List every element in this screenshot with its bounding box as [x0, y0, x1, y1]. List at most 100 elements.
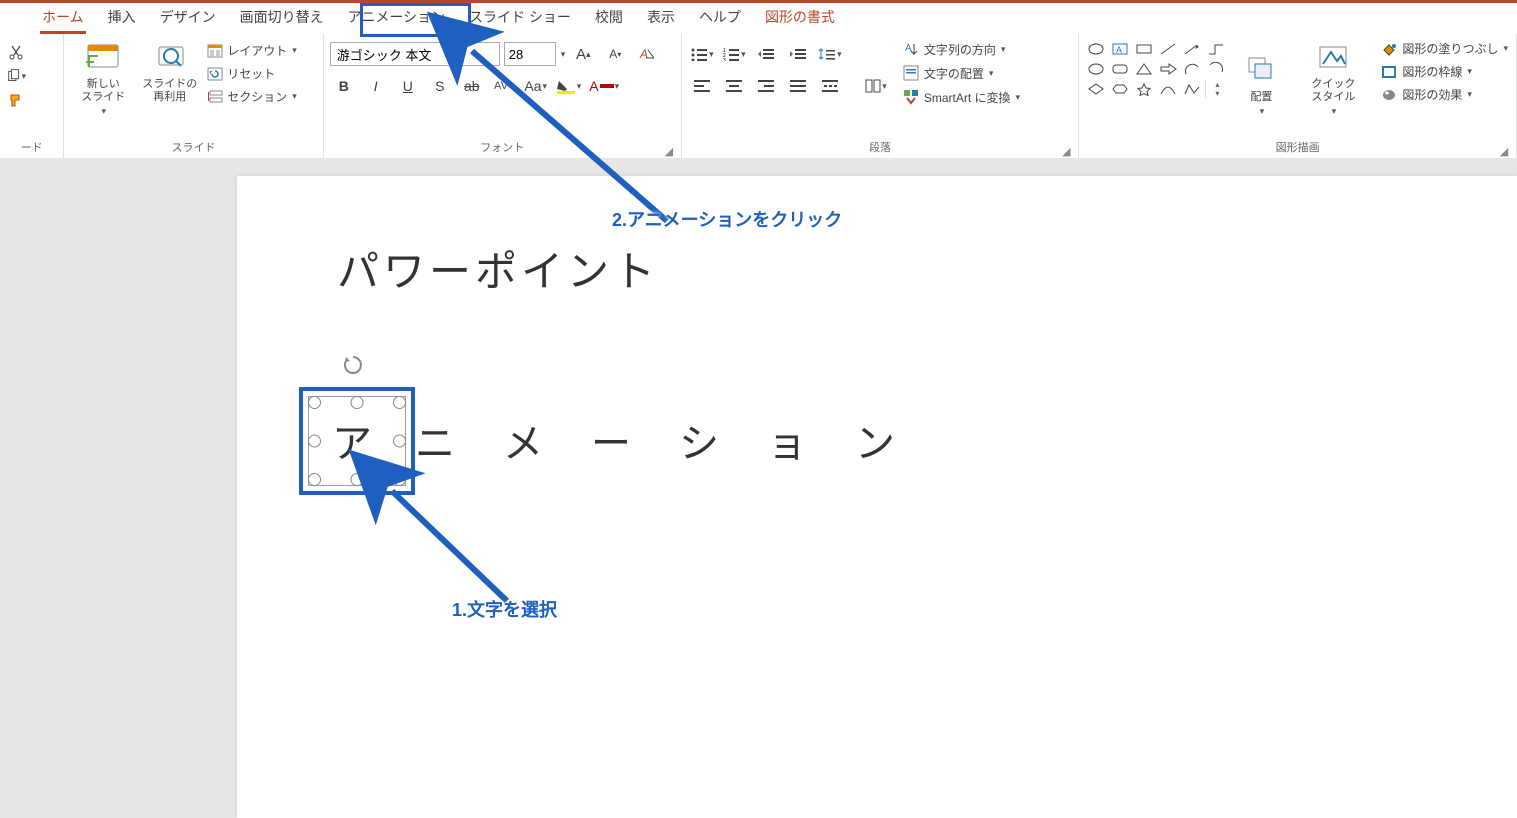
shape-effects-label: 図形の効果 [1402, 86, 1462, 103]
shape-connector-icon[interactable] [1205, 40, 1227, 58]
group-label-drawing: 図形描画 ◢ [1085, 139, 1510, 157]
align-center-button[interactable] [720, 74, 748, 98]
shape-arc2-icon[interactable] [1205, 60, 1227, 78]
format-painter-icon[interactable] [6, 90, 26, 110]
body-char-0: ア [332, 411, 372, 469]
shape-outline-icon [1380, 64, 1398, 80]
shape-gallery[interactable]: A [1085, 38, 1228, 98]
tab-design[interactable]: デザイン [148, 3, 228, 33]
quick-style-button[interactable]: クイック スタイル▾ [1300, 38, 1366, 119]
bold-button[interactable]: B [330, 74, 358, 98]
shape-rect-icon[interactable] [1133, 40, 1155, 58]
annotation-step1-label: 1.文字を選択 [452, 596, 557, 622]
shape-freeform-icon[interactable] [1181, 80, 1203, 98]
tab-shape-format[interactable]: 図形の書式 [753, 3, 847, 33]
smartart-button[interactable]: SmartArt に変換▾ [900, 86, 1022, 108]
shape-line-icon[interactable] [1157, 40, 1179, 58]
annotation-step2-label: 2.アニメーションをクリック [612, 206, 842, 232]
drawing-launcher-icon[interactable]: ◢ [1498, 145, 1510, 157]
arrange-button[interactable]: 配置▾ [1228, 38, 1294, 119]
shape-hex-icon[interactable] [1109, 80, 1131, 98]
shape-fill-button[interactable]: 図形の塗りつぶし▾ [1378, 38, 1510, 59]
body-char-1: ニ [415, 421, 455, 466]
annotation-arrow-1 [367, 476, 537, 616]
resize-handle-tm[interactable] [351, 396, 364, 409]
tab-home[interactable]: ホーム [30, 3, 96, 33]
slide[interactable]: パワーポイント ニ メ [237, 176, 1517, 818]
reuse-slide-icon [152, 40, 188, 76]
new-slide-button[interactable]: 新しい スライド ▾ [70, 38, 136, 119]
body-char-3: ー [591, 421, 631, 466]
arrange-label: 配置 [1250, 88, 1272, 104]
section-icon [207, 89, 223, 105]
ribbon: ▾ ード 新しい スライド ▾ スライドの 再利用 レイアウト▾ [0, 34, 1517, 160]
section-button[interactable]: セクション▾ [203, 86, 301, 107]
shape-arrow-line-icon[interactable] [1181, 40, 1203, 58]
shape-oval-icon[interactable] [1085, 40, 1107, 58]
tab-insert[interactable]: 挿入 [96, 3, 148, 33]
resize-handle-mr[interactable] [393, 435, 406, 448]
ribbon-tabs: ホーム 挿入 デザイン 画面切り替え アニメーション スライド ショー 校閲 表… [0, 3, 1517, 34]
numbering-button[interactable]: 123▾ [720, 42, 748, 66]
shape-star-icon[interactable] [1133, 80, 1155, 98]
shape-triangle-icon[interactable] [1133, 60, 1155, 78]
align-right-button[interactable] [752, 74, 780, 98]
text-align-button[interactable]: 文字の配置▾ [900, 62, 1022, 84]
justify-button[interactable] [784, 74, 812, 98]
svg-text:A: A [905, 43, 912, 54]
shape-diamond-icon[interactable] [1085, 80, 1107, 98]
group-clipboard: ▾ ード [0, 34, 64, 159]
align-left-button[interactable] [688, 74, 716, 98]
copy-icon[interactable]: ▾ [6, 66, 26, 86]
increase-indent-button[interactable] [784, 42, 812, 66]
shape-textbox-icon[interactable]: A [1109, 40, 1131, 58]
arrange-icon [1243, 50, 1279, 86]
reset-button[interactable]: リセット [203, 63, 301, 84]
app-window: ホーム 挿入 デザイン 画面切り替え アニメーション スライド ショー 校閲 表… [0, 0, 1517, 818]
slide-title-text[interactable]: パワーポイント [337, 238, 659, 299]
resize-handle-bl[interactable] [308, 473, 321, 486]
text-direction-label: 文字列の方向 [924, 41, 996, 58]
shape-arc-icon[interactable] [1181, 60, 1203, 78]
shape-fill-label: 図形の塗りつぶし [1402, 40, 1498, 57]
tab-transition[interactable]: 画面切り替え [228, 3, 336, 33]
resize-handle-bm[interactable] [351, 473, 364, 486]
shape-outline-button[interactable]: 図形の枠線▾ [1378, 61, 1510, 82]
decrease-indent-button[interactable] [752, 42, 780, 66]
resize-handle-ml[interactable] [308, 435, 321, 448]
shape-curve-icon[interactable] [1157, 80, 1179, 98]
tab-animation[interactable]: アニメーション [336, 3, 457, 33]
rotation-handle-icon[interactable] [342, 354, 364, 376]
tab-help[interactable]: ヘルプ [687, 3, 753, 33]
paragraph-launcher-icon[interactable]: ◢ [1060, 145, 1072, 157]
quick-style-icon [1315, 40, 1351, 76]
layout-button[interactable]: レイアウト▾ [203, 40, 301, 61]
shape-rarrow-icon[interactable] [1157, 60, 1179, 78]
shape-rrect-icon[interactable] [1109, 60, 1131, 78]
quick-style-label: クイック スタイル [1311, 78, 1355, 104]
tab-view[interactable]: 表示 [635, 3, 687, 33]
shape-effects-button[interactable]: 図形の効果▾ [1378, 84, 1510, 105]
tab-slideshow[interactable]: スライド ショー [457, 3, 583, 33]
distribute-button[interactable] [816, 74, 844, 98]
shape-outline-label: 図形の枠線 [1402, 63, 1462, 80]
svg-text:3: 3 [723, 58, 726, 61]
resize-handle-tr[interactable] [393, 396, 406, 409]
body-char-5: ョ [767, 421, 807, 466]
tab-review[interactable]: 校閲 [583, 3, 635, 33]
group-label-paragraph: 段落 ◢ [688, 139, 1073, 157]
shape-oval2-icon[interactable] [1085, 60, 1107, 78]
bullets-button[interactable]: ▾ [688, 42, 716, 66]
reuse-slide-button[interactable]: スライドの 再利用 [136, 38, 203, 106]
columns-button[interactable]: ▾ [862, 74, 890, 98]
slide-body-text[interactable]: ニ メ ー シ ョ ン [415, 411, 895, 469]
shape-more-icon[interactable]: ▴▾ [1205, 80, 1228, 98]
resize-handle-tl[interactable] [308, 396, 321, 409]
layout-label: レイアウト [227, 42, 287, 59]
cut-icon[interactable] [6, 42, 26, 62]
body-char-4: シ [679, 421, 719, 466]
line-spacing-button[interactable]: ▾ [816, 42, 844, 66]
text-direction-button[interactable]: A文字列の方向▾ [900, 38, 1022, 60]
reset-icon [207, 66, 223, 82]
text-align-label: 文字の配置 [924, 65, 984, 82]
